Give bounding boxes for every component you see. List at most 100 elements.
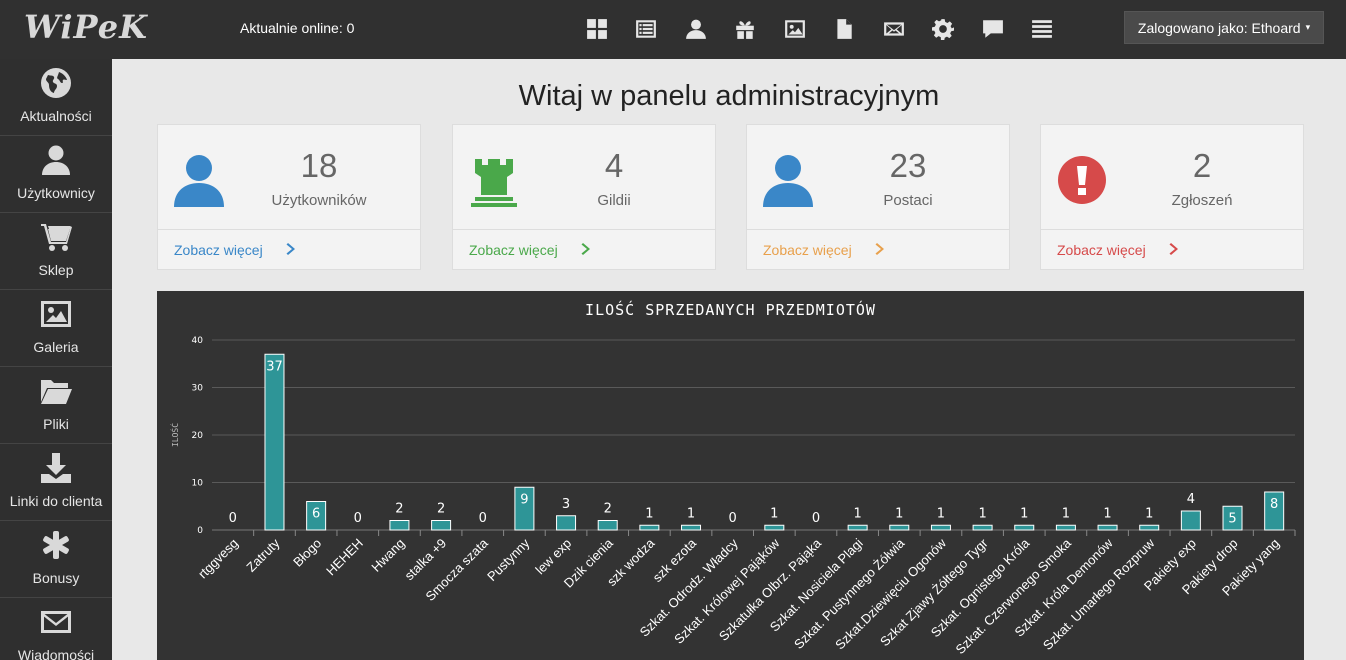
see-more-link[interactable]: Zobacz więcej (469, 242, 558, 258)
data-label: 2 (437, 502, 445, 517)
bar (930, 524, 951, 531)
bar (847, 524, 868, 531)
bar (1055, 524, 1076, 531)
top-icon-bar (572, 16, 1067, 42)
sidebar-label: Wiadomości (17, 647, 95, 660)
folder-icon (0, 375, 112, 409)
bar (889, 524, 910, 531)
data-label: 6 (312, 507, 320, 522)
sidebar-label: Bonusy (32, 570, 80, 586)
data-label: 1 (645, 506, 653, 521)
data-label: 1 (687, 506, 695, 521)
comment-icon[interactable] (968, 16, 1018, 42)
data-label: 0 (354, 511, 362, 526)
y-tick-label: 20 (192, 431, 204, 441)
sidebar-item-sklep[interactable]: Sklep (0, 213, 112, 290)
data-label: 1 (1062, 506, 1070, 521)
file-icon[interactable] (820, 16, 870, 42)
stat-label: Postaci (883, 192, 933, 209)
gift-icon[interactable] (721, 16, 771, 42)
sidebar-item-wiadomosci[interactable]: Wiadomości (0, 598, 112, 660)
sidebar-item-galeria[interactable]: Galeria (0, 290, 112, 367)
data-label: 8 (1270, 497, 1278, 512)
data-label: 1 (1103, 506, 1111, 521)
sidebar-item-bonusy[interactable]: Bonusy (0, 521, 112, 598)
chevron-right-icon[interactable] (1169, 242, 1181, 256)
sales-chart: ILOŚĆ SPRZEDANYCH PRZEDMIOTÓW 0 10 20 30 40 I… (157, 291, 1304, 660)
x-tick-label: Pustynny (484, 535, 533, 584)
x-tick-label: rtggvesg (195, 536, 241, 582)
x-tick-label: Błogo (290, 536, 324, 570)
data-label: 5 (1228, 511, 1236, 526)
globe-icon (0, 67, 112, 101)
page-title: Witaj w panelu administracyjnym (518, 80, 940, 112)
stat-label: Zgłoszeń (1171, 192, 1233, 209)
stat-card-guilds: 4 Gildii Zobacz więcej (452, 124, 716, 270)
list-icon[interactable] (622, 16, 672, 42)
data-label: 0 (229, 511, 237, 526)
bar (639, 524, 660, 531)
stat-value: 23 (889, 147, 927, 184)
x-tick-label: Zatruty (243, 535, 283, 575)
sidebar-item-linki[interactable]: Linki do clienta (0, 444, 112, 521)
stat-value: 18 (300, 147, 338, 184)
chevron-right-icon[interactable] (581, 242, 593, 256)
y-tick-label: 0 (197, 526, 203, 536)
x-tick-label: lew exp (532, 536, 574, 578)
bar (1097, 524, 1118, 531)
stat-card-users: 18 Użytkowników Zobacz więcej (157, 124, 421, 270)
bar (556, 515, 577, 531)
gear-icon[interactable] (919, 16, 969, 42)
sidebar-label: Galeria (33, 339, 79, 355)
chevron-right-icon[interactable] (286, 242, 298, 256)
sidebar-item-pliki[interactable]: Pliki (0, 367, 112, 444)
bar (764, 524, 785, 531)
image-icon[interactable] (770, 16, 820, 42)
data-label: 3 (562, 497, 570, 512)
data-label: 1 (1020, 506, 1028, 521)
y-axis-label: ILOŚĆ (169, 423, 180, 447)
card-divider (1041, 229, 1303, 230)
see-more-link[interactable]: Zobacz więcej (763, 242, 852, 258)
data-label: 2 (604, 502, 612, 517)
login-label: Zalogowano jako: Ethoard (1137, 19, 1301, 36)
data-label: 0 (479, 511, 487, 526)
chevron-right-icon[interactable] (875, 242, 887, 256)
data-label: 1 (937, 506, 945, 521)
card-divider (453, 229, 715, 230)
asterisk-icon (0, 529, 112, 563)
mail-icon[interactable] (869, 16, 919, 42)
stat-card-characters: 23 Postaci Zobacz więcej (746, 124, 1010, 270)
stat-label: Użytkowników (271, 192, 367, 209)
data-label: 0 (729, 511, 737, 526)
see-more-link[interactable]: Zobacz więcej (174, 242, 263, 258)
sidebar-label: Aktualności (20, 108, 92, 124)
sidebar: Aktualności Użytkownicy Sklep Galeria Pl… (0, 59, 112, 660)
data-label: 0 (812, 511, 820, 526)
menu-icon[interactable] (1018, 16, 1068, 42)
bar (1180, 510, 1201, 531)
top-navbar: WiPeK Aktualnie online: 0 Zalogowano jak… (0, 0, 1346, 59)
download-icon (0, 452, 112, 486)
sidebar-item-uzytkownicy[interactable]: Użytkownicy (0, 136, 112, 213)
stat-value: 2 (1192, 147, 1212, 184)
see-more-link[interactable]: Zobacz więcej (1057, 242, 1146, 258)
user-icon[interactable] (671, 16, 721, 42)
sidebar-label: Pliki (43, 416, 69, 432)
bar (1014, 524, 1035, 531)
card-divider (158, 229, 420, 230)
card-divider (747, 229, 1009, 230)
logo[interactable]: WiPeK (24, 8, 148, 46)
user-dropdown-button[interactable]: Zalogowano jako: Ethoard ▾ (1124, 11, 1324, 44)
caret-down-icon: ▾ (1305, 22, 1311, 32)
mail-icon (0, 606, 112, 640)
online-status: Aktualnie online: 0 (240, 20, 355, 36)
data-label: 9 (520, 492, 528, 507)
stat-card-reports: 2 Zgłoszeń Zobacz więcej (1040, 124, 1304, 270)
cart-icon (0, 221, 112, 255)
bar (597, 520, 618, 531)
sidebar-item-aktualnosci[interactable]: Aktualności (0, 59, 112, 136)
sidebar-label: Użytkownicy (17, 185, 95, 201)
dashboard-icon[interactable] (572, 16, 622, 42)
data-label: 2 (395, 502, 403, 517)
